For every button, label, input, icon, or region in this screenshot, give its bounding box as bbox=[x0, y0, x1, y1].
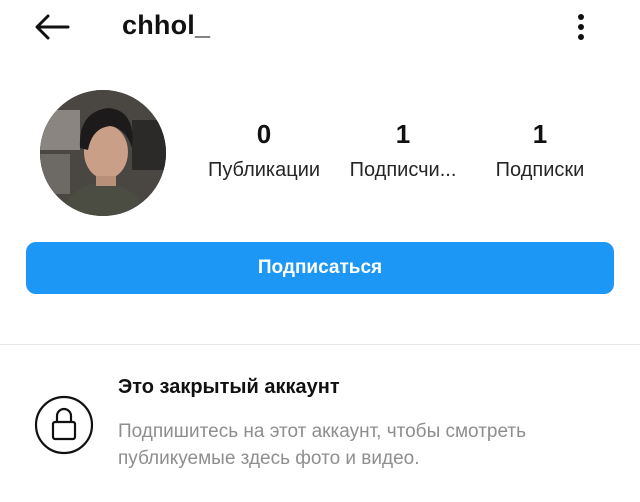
avatar-image bbox=[40, 90, 166, 216]
more-options-button[interactable] bbox=[566, 10, 596, 44]
stat-following-label: Подписки bbox=[495, 159, 585, 181]
profile-stats: 0 Публикации 1 Подписчи... 1 Подписки bbox=[196, 118, 600, 188]
private-account-description: Подпишитесь на этот аккаунт, чтобы смотр… bbox=[118, 421, 527, 469]
stat-followers[interactable]: 1 Подписчи... bbox=[338, 118, 468, 184]
stat-following[interactable]: 1 Подписки bbox=[480, 118, 600, 184]
follow-button[interactable]: Подписаться bbox=[26, 242, 614, 294]
private-account-title: Это закрытый аккаунт bbox=[118, 376, 340, 398]
stat-posts-value: 0 bbox=[256, 119, 272, 149]
section-divider bbox=[0, 344, 640, 345]
stat-followers-value: 1 bbox=[395, 119, 411, 149]
top-bar: chhol_ bbox=[0, 0, 640, 56]
profile-username: chhol_ bbox=[122, 10, 211, 40]
arrow-left-icon bbox=[35, 14, 70, 40]
lock-icon bbox=[34, 395, 94, 455]
stat-following-value: 1 bbox=[532, 119, 548, 149]
stat-posts-label: Публикации bbox=[207, 159, 321, 181]
stat-posts[interactable]: 0 Публикации bbox=[196, 118, 332, 184]
stat-followers-label: Подписчи... bbox=[349, 159, 457, 181]
back-button[interactable] bbox=[30, 10, 74, 44]
more-vertical-icon bbox=[578, 14, 584, 40]
profile-avatar[interactable] bbox=[40, 90, 166, 216]
